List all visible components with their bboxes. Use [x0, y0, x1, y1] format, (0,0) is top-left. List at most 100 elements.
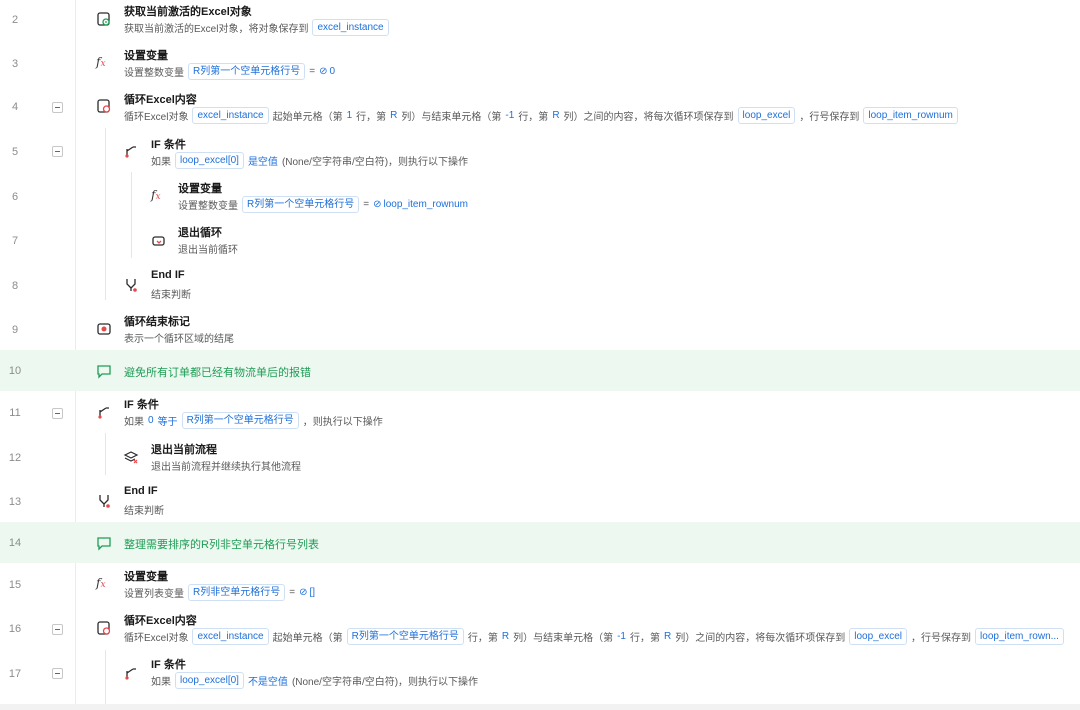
comment-icon	[96, 535, 112, 551]
step-desc: 循环Excel对象 excel_instance 起始单元格（第 R列第一个空单…	[124, 628, 1064, 645]
value-text: ⊘ loop_item_rownum	[373, 199, 468, 210]
line-number: 5	[11, 146, 19, 158]
variable-tag[interactable]: loop_item_rown...	[975, 628, 1064, 645]
flow-row[interactable]: 2 获取当前激活的Excel对象 获取当前激活的Excel对象，将对象保存到 e…	[0, 0, 1080, 42]
collapse-toggle[interactable]	[52, 668, 63, 679]
collapse-toggle[interactable]	[52, 408, 63, 419]
variable-icon: ⊘	[319, 66, 328, 77]
end-if-icon	[96, 493, 112, 509]
line-number: 15	[8, 579, 22, 591]
line-number: 13	[8, 496, 22, 508]
flow-row[interactable]: 17 IF 条件 如果 loop_excel[0] 不是空值 (None/空字符…	[0, 650, 1080, 704]
step-title: 循环Excel内容	[124, 94, 197, 106]
comment-text: 整理需要排序的R列非空单元格行号列表	[124, 539, 319, 551]
flow-row[interactable]: 5 IF 条件 如果 loop_excel[0] 是空值 (None/空字符串/…	[0, 128, 1080, 172]
comment-row[interactable]: 14 整理需要排序的R列非空单元格行号列表	[0, 522, 1080, 563]
step-desc: 退出当前循环	[178, 245, 238, 256]
flow-row[interactable]: 16 循环Excel内容 循环Excel对象 excel_instance 起始…	[0, 606, 1080, 650]
horizontal-scrollbar[interactable]	[0, 704, 1080, 710]
flow-row[interactable]: 11 IF 条件 如果 0 等于 R列第一个空单元格行号 ，则执行以下操作	[0, 391, 1080, 434]
step-title: IF 条件	[151, 139, 186, 151]
line-number: 3	[11, 58, 19, 70]
if-branch-icon	[123, 143, 139, 159]
variable-tag[interactable]: R列非空单元格行号	[188, 584, 286, 601]
excel-loop-icon	[96, 620, 112, 636]
flow-row[interactable]: 3 fx 设置变量 设置整数变量 R列第一个空单元格行号 = ⊘ 0	[0, 42, 1080, 85]
variable-icon: ⊘	[373, 199, 382, 210]
step-title: 退出当前流程	[151, 444, 217, 456]
flow-row[interactable]: 6 fx 设置变量 设置整数变量 R列第一个空单元格行号 = ⊘ loop_ite…	[0, 172, 1080, 217]
step-title: IF 条件	[151, 659, 186, 671]
collapse-toggle[interactable]	[52, 102, 63, 113]
step-title: 循环结束标记	[124, 316, 190, 328]
variable-tag[interactable]: excel_instance	[192, 628, 269, 645]
step-title: 退出循环	[178, 227, 222, 239]
step-desc: 设置整数变量 R列第一个空单元格行号 = ⊘ 0	[124, 63, 335, 80]
flow-row[interactable]: 9 循环结束标记 表示一个循环区域的结尾	[0, 305, 1080, 350]
line-number: 4	[11, 101, 19, 113]
variable-tag[interactable]: excel_instance	[192, 107, 269, 124]
variable-tag[interactable]: loop_item_rownum	[863, 107, 958, 124]
collapse-toggle[interactable]	[52, 624, 63, 635]
step-title: 设置变量	[124, 571, 168, 583]
step-title: IF 条件	[124, 399, 159, 411]
variable-tag[interactable]: R列第一个空单元格行号	[346, 628, 464, 645]
fx-icon: fx	[96, 576, 106, 590]
flow-row[interactable]: 8 End IF 结束判断	[0, 261, 1080, 305]
variable-tag[interactable]: loop_excel	[849, 628, 908, 645]
if-branch-icon	[96, 404, 112, 420]
fx-icon: fx	[151, 188, 161, 202]
line-number: 12	[8, 452, 22, 464]
step-desc: 如果 0 等于 R列第一个空单元格行号 ，则执行以下操作	[124, 412, 383, 429]
step-title: 获取当前激活的Excel对象	[124, 6, 252, 18]
step-title: 设置变量	[124, 50, 168, 62]
step-title: End IF	[124, 485, 158, 497]
flow-row[interactable]: 4 循环Excel内容 循环Excel对象 excel_instance 起始单…	[0, 85, 1080, 128]
step-desc: 退出当前流程并继续执行其他流程	[151, 462, 301, 473]
end-if-icon	[123, 277, 139, 293]
if-branch-icon	[123, 665, 139, 681]
line-number: 16	[8, 623, 22, 635]
line-number: 2	[11, 14, 19, 26]
collapse-toggle[interactable]	[52, 146, 63, 157]
step-desc: 结束判断	[151, 290, 191, 301]
excel-get-icon	[96, 11, 112, 27]
step-desc: 设置整数变量 R列第一个空单元格行号 = ⊘ loop_item_rownum	[178, 196, 468, 213]
step-desc: 循环Excel对象 excel_instance 起始单元格（第 1 行，第 R…	[124, 107, 958, 124]
step-desc: 获取当前激活的Excel对象，将对象保存到 excel_instance	[124, 19, 389, 36]
fx-icon: fx	[96, 55, 106, 69]
variable-tag[interactable]: excel_instance	[312, 19, 389, 36]
line-number: 9	[11, 324, 19, 336]
variable-tag[interactable]: loop_excel[0]	[175, 152, 244, 169]
comment-row[interactable]: 10 避免所有订单都已经有物流单后的报错	[0, 350, 1080, 391]
line-number: 6	[11, 191, 19, 203]
step-desc: 设置列表变量 R列非空单元格行号 = ⊘[]	[124, 584, 315, 601]
variable-icon: ⊘	[299, 587, 308, 598]
variable-tag[interactable]: R列第一个空单元格行号	[188, 63, 306, 80]
exit-flow-icon	[123, 449, 139, 465]
flow-row[interactable]: 12 退出当前流程 退出当前流程并继续执行其他流程	[0, 434, 1080, 478]
line-number: 7	[11, 235, 19, 247]
flow-row[interactable]: 7 退出循环 退出当前循环	[0, 217, 1080, 261]
flow-row[interactable]: 15 fx 设置变量 设置列表变量 R列非空单元格行号 = ⊘[]	[0, 563, 1080, 606]
variable-tag[interactable]: loop_excel	[737, 107, 796, 124]
variable-tag[interactable]: loop_excel[0]	[175, 672, 244, 689]
step-title: 循环Excel内容	[124, 615, 197, 627]
flow-row[interactable]: 13 End IF 结束判断	[0, 478, 1080, 522]
line-number: 8	[11, 280, 19, 292]
step-desc: 如果 loop_excel[0] 是空值 (None/空字符串/空白符)，则执行…	[151, 152, 468, 169]
break-loop-icon	[151, 233, 167, 249]
comment-icon	[96, 363, 112, 379]
value-text: ⊘ 0	[319, 66, 336, 77]
line-number: 17	[8, 668, 22, 680]
step-desc: 结束判断	[124, 506, 164, 517]
step-title: End IF	[151, 269, 185, 281]
comment-text: 避免所有订单都已经有物流单后的报错	[124, 367, 311, 379]
variable-tag[interactable]: R列第一个空单元格行号	[242, 196, 360, 213]
step-desc: 表示一个循环区域的结尾	[124, 334, 234, 345]
line-number: 14	[8, 537, 22, 549]
line-number: 11	[9, 407, 21, 419]
variable-tag[interactable]: R列第一个空单元格行号	[181, 412, 299, 429]
step-desc: 如果 loop_excel[0] 不是空值 (None/空字符串/空白符)，则执…	[151, 672, 478, 689]
line-number: 10	[8, 365, 22, 377]
